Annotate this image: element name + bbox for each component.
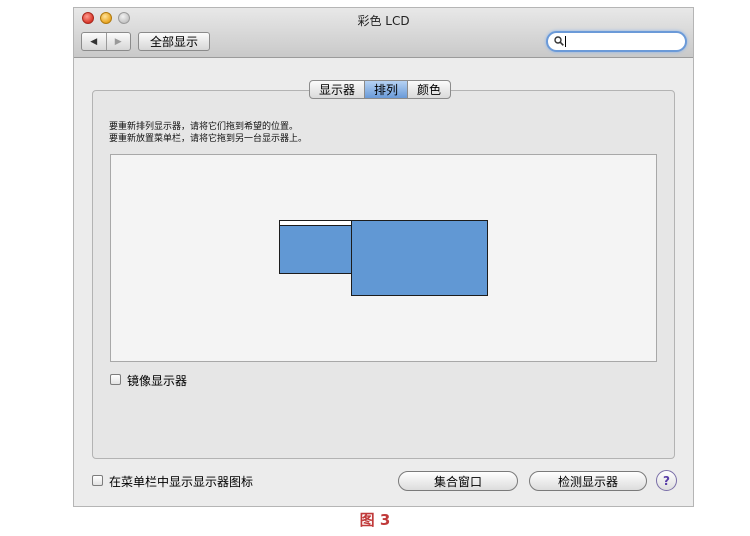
show-in-menu-bar-checkbox[interactable] — [92, 475, 103, 486]
help-button[interactable]: ? — [656, 470, 677, 491]
tab-color[interactable]: 颜色 — [407, 81, 450, 98]
search-field[interactable] — [546, 31, 687, 52]
figure-caption: 图 3 — [359, 511, 391, 529]
tab-bar: 显示器 排列 颜色 — [309, 80, 452, 99]
mirror-displays-label: 镜像显示器 — [127, 374, 188, 388]
instructions: 要重新排列显示器，请将它们拖到希望的位置。 要重新放置菜单栏，请将它拖到另一台显… — [109, 121, 307, 145]
title-bar: 彩色 LCD ◀ ▶ 全部显示 — [74, 8, 693, 58]
show-in-menu-bar-label: 在菜单栏中显示显示器图标 — [109, 475, 254, 489]
back-arrow-icon[interactable]: ◀ — [82, 33, 106, 50]
forward-arrow-icon[interactable]: ▶ — [105, 33, 131, 50]
window-title: 彩色 LCD — [357, 14, 410, 28]
display-thumbnail-primary[interactable] — [279, 220, 353, 274]
display-thumbnail-secondary[interactable] — [351, 220, 488, 296]
preferences-window: 彩色 LCD ◀ ▶ 全部显示 显示器 排列 颜色 要重新排列显示器，请将它们拖… — [73, 7, 694, 507]
gather-windows-button[interactable]: 集合窗口 — [398, 471, 518, 491]
search-input[interactable] — [566, 34, 678, 49]
menu-bar-indicator[interactable] — [280, 221, 352, 226]
display-arrangement-area — [110, 154, 657, 362]
back-forward-control: ◀ ▶ — [81, 32, 131, 51]
instruction-line-1: 要重新排列显示器，请将它们拖到希望的位置。 — [109, 122, 299, 132]
tab-display[interactable]: 显示器 — [310, 81, 364, 98]
detect-displays-button[interactable]: 检测显示器 — [529, 471, 647, 491]
show-all-button[interactable]: 全部显示 — [138, 32, 210, 51]
instruction-line-2: 要重新放置菜单栏，请将它拖到另一台显示器上。 — [109, 134, 308, 144]
search-icon — [554, 36, 564, 46]
mirror-displays-checkbox[interactable] — [110, 374, 121, 385]
tab-arrangement[interactable]: 排列 — [364, 81, 408, 98]
